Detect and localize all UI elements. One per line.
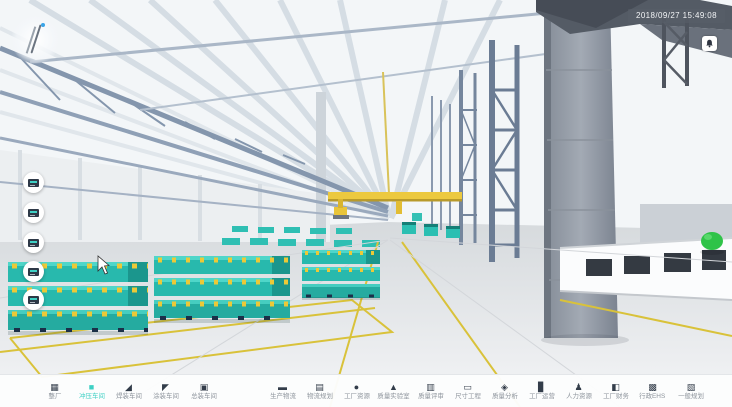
general-planning-icon: ▧ [687,382,696,392]
panel-button-5[interactable] [23,289,44,310]
factory-overview-icon: ▦ [50,382,59,392]
nav-item-label: 工厂财务 [603,393,629,400]
nav-item-admin-ehs[interactable]: ▩行政EHS [634,382,671,401]
nav-item-label: 工厂资源 [344,393,370,400]
assembly-workshop-icon: ▣ [200,382,209,392]
nav-item-label: 工厂运营 [529,393,555,400]
panel-button-3[interactable] [23,232,44,253]
nav-item-quality-lab[interactable]: ▲质量实验室 [375,382,412,401]
logistics-planning-icon: ▤ [315,382,324,392]
nav-item-general-planning[interactable]: ▧一般规划 [671,382,711,401]
panel-button-2[interactable] [23,202,44,223]
dashboard-panel-icon [28,239,39,247]
nav-item-logistics-planning[interactable]: ▤物流规划 [301,382,338,401]
bell-icon [705,39,714,48]
nav-item-stamping-workshop[interactable]: ■冲压车间 [73,382,110,401]
panel-button-4[interactable] [23,261,44,282]
nav-item-painting-workshop[interactable]: ◤涂装车间 [147,382,184,401]
nav-item-factory-operations[interactable]: ▊工厂运营 [523,382,560,401]
nav-group-modules: ▬生产物流▤物流规划●工厂资源▲质量实验室▥质量评审▭尺寸工程◈质量分析▊工厂运… [264,382,711,401]
painting-workshop-icon: ◤ [162,382,169,392]
nav-item-label: 一般规划 [678,393,704,400]
quality-analysis-icon: ◈ [501,382,508,392]
die-stack-cluster [154,256,290,323]
dashboard-panel-icon [28,268,39,276]
welding-workshop-icon: ◢ [125,382,132,392]
nav-item-label: 人力资源 [566,393,592,400]
bottom-nav: ▦整厂■冲压车间◢焊装车间◤涂装车间▣总装车间 ▬生产物流▤物流规划●工厂资源▲… [0,374,732,407]
nav-item-label: 涂装车间 [153,393,179,400]
nav-item-label: 行政EHS [639,393,665,400]
notifications-button[interactable] [702,36,717,51]
human-resources-icon: ♟ [574,382,582,392]
nav-item-human-resources[interactable]: ♟人力资源 [560,382,597,401]
nav-item-label: 整厂 [48,393,61,400]
nav-item-assembly-workshop[interactable]: ▣总装车间 [184,382,224,401]
timestamp: 2018/09/27 15:49:08 [628,9,725,23]
nav-item-label: 冲压车间 [79,393,105,400]
green-status-marker[interactable] [700,232,724,255]
nav-item-quality-analysis[interactable]: ◈质量分析 [486,382,523,401]
admin-ehs-icon: ▩ [648,382,657,392]
nav-item-factory-finance[interactable]: ◧工厂财务 [597,382,634,401]
nav-item-label: 质量分析 [492,393,518,400]
nav-item-dimension-engineering[interactable]: ▭尺寸工程 [449,382,486,401]
quality-lab-icon: ▲ [389,382,398,392]
nav-item-quality-review[interactable]: ▥质量评审 [412,382,449,401]
panel-button-1[interactable] [23,172,44,193]
dashboard-panel-icon [28,209,39,217]
factory-finance-icon: ◧ [611,382,620,392]
factory-operations-icon: ▊ [538,382,545,392]
compass-north-dot [41,23,45,27]
factory-3d-viewport[interactable] [0,0,732,407]
app-window: 2018/09/27 15:49:08 ▦整厂■冲压车间◢焊装车间◤涂装车间▣总… [0,0,732,407]
left-corner-column [316,92,326,242]
nav-item-welding-workshop[interactable]: ◢焊装车间 [110,382,147,401]
dimension-engineering-icon: ▭ [463,382,472,392]
dashboard-panel-icon [28,296,39,304]
die-stack-cluster [302,250,380,300]
nav-item-factory-overview[interactable]: ▦整厂 [36,382,73,401]
nav-item-label: 焊装车间 [116,393,142,400]
nav-item-label: 总装车间 [191,393,217,400]
nav-item-label: 质量实验室 [377,393,409,400]
navigation-compass[interactable] [11,15,60,64]
nav-item-label: 生产物流 [270,393,296,400]
stamping-workshop-icon: ■ [89,382,94,392]
nav-item-label: 质量评审 [418,393,444,400]
nav-group-workshops: ▦整厂■冲压车间◢焊装车间◤涂装车间▣总装车间 [36,382,224,401]
nav-item-factory-resources[interactable]: ●工厂资源 [338,382,375,401]
nav-item-label: 尺寸工程 [455,393,481,400]
quality-review-icon: ▥ [426,382,435,392]
nav-item-label: 物流规划 [307,393,333,400]
production-logistics-icon: ▬ [278,382,287,392]
nav-item-production-logistics[interactable]: ▬生产物流 [264,382,301,401]
factory-resources-icon: ● [354,382,359,392]
dashboard-panel-icon [28,179,39,187]
